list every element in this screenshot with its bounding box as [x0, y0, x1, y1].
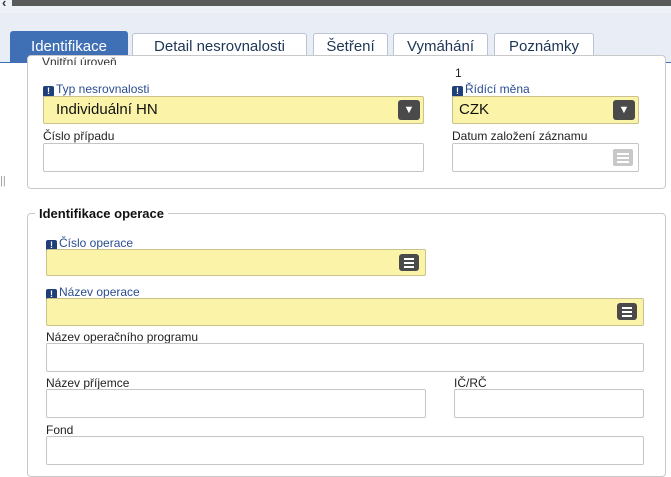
cislo-operace-input[interactable] — [46, 249, 426, 276]
calendar-icon[interactable] — [613, 149, 633, 166]
list-icon[interactable] — [617, 303, 637, 320]
ridici-mena-value: CZK — [459, 101, 489, 118]
chevron-down-icon[interactable]: ▼ — [613, 100, 635, 120]
level-value: 1 — [455, 66, 462, 80]
typ-nesrovnalosti-value: Individuální HN — [56, 101, 158, 118]
scroll-left-icon[interactable]: ‹ — [2, 0, 6, 9]
nazev-prijemce-label: Název příjemce — [46, 376, 130, 390]
typ-nesrovnalosti-select[interactable]: Individuální HN ▼ — [43, 96, 424, 124]
vnitrni-uroven-label: Vnitřní úroveň — [42, 56, 117, 65]
datum-zalozeni-input[interactable] — [452, 143, 639, 172]
ridici-mena-label: ! Řídící měna — [452, 82, 530, 97]
fond-label: Fond — [46, 423, 74, 437]
horizontal-scrollbar[interactable]: ‹ — [0, 0, 671, 13]
chevron-down-icon[interactable]: ▼ — [398, 100, 420, 120]
cislo-pripadu-label: Číslo případu — [43, 129, 115, 143]
datum-zalozeni-label: Datum založení záznamu — [452, 129, 588, 143]
cislo-pripadu-input[interactable] — [43, 143, 424, 172]
resize-grip-icon[interactable]: || — [0, 175, 6, 187]
typ-nesrovnalosti-label: ! Typ nesrovnalosti — [43, 82, 149, 97]
identifikace-operace-title: Identifikace operace — [35, 206, 168, 221]
ridici-mena-select[interactable]: CZK ▼ — [452, 96, 639, 124]
nazev-prijemce-input[interactable] — [46, 389, 426, 418]
list-icon[interactable] — [399, 254, 419, 271]
fond-input[interactable] — [46, 436, 644, 465]
ic-rc-input[interactable] — [454, 389, 644, 418]
nazev-operace-input[interactable] — [46, 298, 644, 326]
nazev-programu-input[interactable] — [46, 343, 644, 372]
ic-rc-label: IČ/RČ — [454, 376, 487, 390]
nazev-programu-label: Název operačního programu — [46, 330, 199, 344]
scrollbar-thumb[interactable] — [12, 0, 671, 6]
